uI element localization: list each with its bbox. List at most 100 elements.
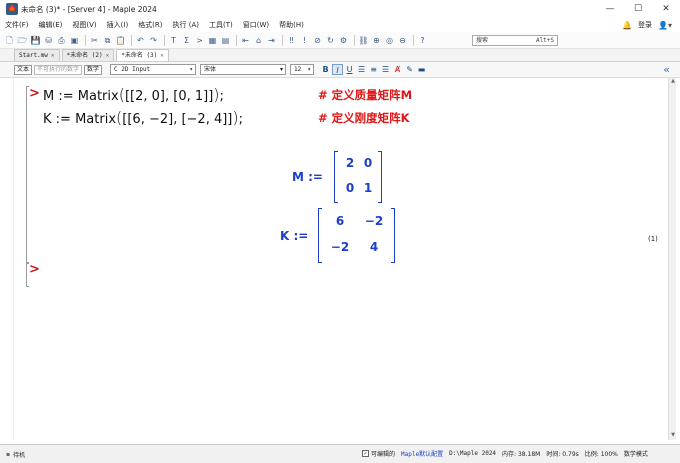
link-icon[interactable]: ⛓ — [358, 35, 369, 46]
main-toolbar: 🗋 🗁 💾 ⛁ ⎙ ▣ ✂ ⧉ 📋 ↶ ↷ T Σ > ▦ ▤ ⇤ ⌂ ⇥ ‼ … — [0, 32, 680, 49]
stop-icon[interactable]: ⊘ — [312, 35, 323, 46]
input-line-m[interactable]: M := Matrix([[2, 0], [0, 1]]); — [43, 85, 224, 104]
menu-file[interactable]: 文件(F) — [0, 20, 34, 30]
menu-insert[interactable]: 插入(I) — [102, 20, 134, 30]
execute-all-icon[interactable]: ‼ — [286, 35, 297, 46]
matrix-function: Matrix — [75, 112, 117, 127]
search-input[interactable]: 搜索 Alt+S — [472, 35, 558, 46]
preview-icon[interactable]: ▣ — [69, 35, 80, 46]
outdent-icon[interactable]: ⇤ — [240, 35, 251, 46]
matrix-function: Matrix — [77, 89, 119, 104]
vertical-scrollbar[interactable]: ▲ ▼ — [668, 78, 676, 440]
comment-mass-matrix: # 定义质量矩阵M — [318, 88, 413, 102]
menu-format[interactable]: 格式(R) — [133, 20, 167, 30]
highlight-icon[interactable]: ▬ — [416, 64, 427, 75]
scroll-up-icon[interactable]: ▲ — [669, 78, 677, 86]
zoom-in-icon[interactable]: ⊕ — [371, 35, 382, 46]
matrix-cell: 2 — [345, 156, 355, 170]
close-icon[interactable]: ✕ — [106, 50, 110, 61]
matrix-cell: −2 — [330, 240, 350, 254]
user-icon[interactable]: 👤▾ — [658, 21, 672, 30]
input-line-k[interactable]: K := Matrix([[6, −2], [−2, 4]]); — [43, 108, 243, 127]
close-icon[interactable]: ✕ — [652, 0, 680, 18]
terminator: ; — [238, 112, 244, 127]
minimize-icon[interactable]: — — [596, 0, 624, 18]
collapse-panel-icon[interactable]: « — [663, 63, 670, 76]
italic-button[interactable]: I — [332, 64, 344, 75]
align-right-icon[interactable]: ☰ — [380, 64, 391, 75]
zoom-reset-icon[interactable]: ◎ — [384, 35, 395, 46]
tab-label: *未命名 (3) — [121, 52, 158, 59]
redo-icon[interactable]: ↷ — [148, 35, 159, 46]
align-center-icon[interactable]: ≡ — [368, 64, 379, 75]
open-icon[interactable]: 🗁 — [17, 35, 28, 46]
output-label-k: K := — [280, 229, 309, 243]
output-label-m: M := — [292, 170, 323, 184]
execution-group-bracket[interactable] — [26, 86, 29, 263]
paste-icon[interactable]: 📋 — [115, 35, 126, 46]
editable-toggle[interactable]: ✓ 可编辑的 — [362, 449, 395, 458]
save-cloud-icon[interactable]: ⛁ — [43, 35, 54, 46]
input-prompt: > — [29, 86, 40, 101]
matrix-cell: 6 — [335, 214, 345, 228]
restart-icon[interactable]: ↻ — [325, 35, 336, 46]
underline-button[interactable]: U — [344, 64, 355, 75]
search-shortcut: Alt+S — [535, 37, 554, 44]
execute-icon[interactable]: ! — [299, 35, 310, 46]
text-button[interactable]: 文本 — [14, 64, 33, 75]
copy-icon[interactable]: ⧉ — [102, 35, 113, 46]
text-mode-icon[interactable]: T — [168, 35, 179, 46]
checkbox-icon[interactable]: ✓ — [362, 450, 369, 457]
save-icon[interactable]: 💾 — [30, 35, 41, 46]
clear-format-icon[interactable]: Ⱥ — [392, 64, 403, 75]
close-icon[interactable]: ✕ — [51, 50, 55, 61]
input-var: M — [43, 89, 55, 104]
tab-untitled-2[interactable]: *未命名 (2) ✕ — [61, 49, 115, 61]
tab-label: *未命名 (2) — [66, 52, 103, 59]
input-var: K — [43, 112, 52, 127]
tab-untitled-3[interactable]: *未命名 (3) ✕ — [116, 49, 169, 61]
style-dropdown[interactable]: C 2D Input — [110, 64, 197, 75]
matrix-args: [[2, 0], [0, 1]] — [124, 89, 214, 104]
font-color-icon[interactable]: ✎ — [404, 64, 415, 75]
nonexec-math-button[interactable]: 不可执行的数学 — [34, 64, 83, 75]
math-button[interactable]: 数学 — [84, 64, 103, 75]
menu-edit[interactable]: 编辑(E) — [34, 20, 68, 30]
math-mode-icon[interactable]: Σ — [181, 35, 192, 46]
align-left-icon[interactable]: ☰ — [356, 64, 367, 75]
new-document-icon[interactable]: 🗋 — [4, 35, 15, 46]
scroll-down-icon[interactable]: ▼ — [669, 432, 677, 440]
path-label: D:\Maple 2024 — [449, 450, 497, 457]
equation-label: (1) — [648, 235, 658, 243]
menu-help[interactable]: 帮助(H) — [274, 20, 309, 30]
maple-leaf-icon: 🍁 — [6, 3, 18, 15]
close-icon[interactable]: ✕ — [160, 50, 164, 61]
tab-start[interactable]: Start.mw ✕ — [14, 49, 60, 61]
font-dropdown[interactable]: 宋体 — [200, 64, 287, 75]
config-label[interactable]: Maple默认配置 — [401, 449, 443, 458]
menu-evaluate[interactable]: 执行 (A) — [168, 20, 204, 30]
cut-icon[interactable]: ✂ — [89, 35, 100, 46]
memory-label: 内存: 38.18M — [502, 451, 541, 458]
help-icon[interactable]: ? — [417, 35, 428, 46]
zoom-out-icon[interactable]: ⊖ — [397, 35, 408, 46]
login-link[interactable]: 登录 — [638, 20, 652, 30]
size-dropdown[interactable]: 12 — [290, 64, 315, 75]
indent-icon[interactable]: ⇥ — [266, 35, 277, 46]
insert-table-icon[interactable]: ▦ — [207, 35, 218, 46]
bold-button[interactable]: B — [320, 64, 331, 75]
assign-op: := — [55, 112, 71, 127]
undo-icon[interactable]: ↶ — [135, 35, 146, 46]
status-bar: ▪ 待机 ✓ 可编辑的 Maple默认配置 D:\Maple 2024 内存: … — [0, 444, 680, 463]
input-prompt[interactable]: > — [29, 262, 40, 277]
debug-icon[interactable]: ⚙ — [338, 35, 349, 46]
menu-window[interactable]: 窗口(W) — [238, 20, 274, 30]
insert-image-icon[interactable]: ▤ — [220, 35, 231, 46]
print-icon[interactable]: ⎙ — [56, 35, 67, 46]
maximize-icon[interactable]: ☐ — [624, 0, 652, 18]
home-icon[interactable]: ⌂ — [253, 35, 264, 46]
insert-prompt-icon[interactable]: > — [194, 35, 205, 46]
bell-icon[interactable]: 🔔 — [622, 21, 632, 30]
menu-view[interactable]: 视图(V) — [67, 20, 101, 30]
menu-tools[interactable]: 工具(T) — [204, 20, 238, 30]
